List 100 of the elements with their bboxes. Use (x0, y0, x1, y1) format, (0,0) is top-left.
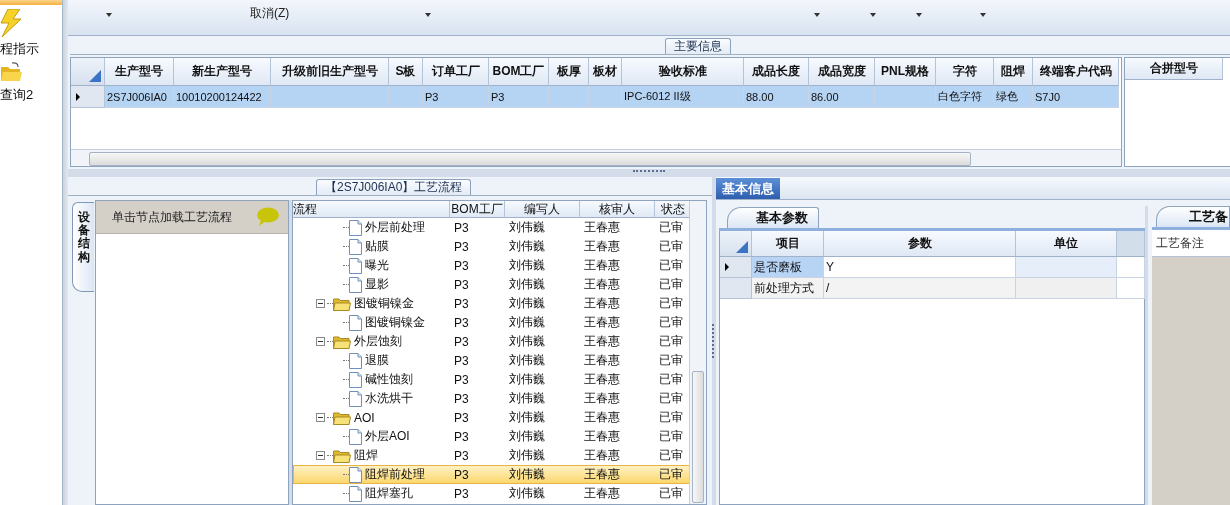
column-header[interactable]: 流程 (293, 201, 450, 218)
tab[interactable]: 工艺备 (1156, 206, 1230, 227)
table-cell-text: P3 (453, 238, 470, 255)
column-header[interactable]: 验收标准 (622, 58, 744, 86)
table-cell-text: 刘伟巍 (508, 314, 546, 331)
tab[interactable]: 基本信息 (716, 178, 780, 199)
table-cell: S7J0 (1033, 86, 1119, 108)
vertical-scrollbar[interactable] (689, 201, 706, 504)
node-label: 退膜 (365, 352, 389, 369)
column-header[interactable]: 编写人 (505, 201, 580, 218)
table-cell-text: P3 (453, 390, 470, 407)
process-row[interactable]: 外层前处理 P3 刘伟巍 王春惠 已审 (293, 218, 692, 237)
table-cell-text: 刘伟巍 (508, 352, 546, 369)
process-row[interactable]: 水洗烘干 P3 刘伟巍 王春惠 已审 (293, 389, 692, 408)
column-header[interactable]: 升级前旧生产型号 (271, 58, 389, 86)
folder-icon[interactable] (0, 61, 22, 83)
node-label: AOI (354, 410, 375, 425)
node-label: 阻焊塞孔 (365, 485, 413, 502)
table-cell: 2S7J006IA0 (105, 86, 174, 108)
document-icon (349, 352, 362, 369)
process-row[interactable]: 图镀铜镍金 P3 刘伟巍 王春惠 已审 (293, 313, 692, 332)
table-cell (875, 86, 936, 108)
nav-item[interactable]: 程指示 (0, 41, 39, 57)
column-header[interactable]: S板 (389, 58, 423, 86)
collapse-toggle-icon[interactable] (316, 413, 325, 422)
column-header[interactable]: 项目 (752, 231, 824, 257)
table-cell: 前处理方式 (752, 278, 824, 299)
select-all-icon[interactable] (89, 70, 101, 82)
process-row[interactable]: 图镀铜镍金 P3 刘伟巍 王春惠 已审 (293, 294, 692, 313)
dropdown-caret-icon[interactable] (106, 13, 112, 17)
table-cell-text: 刘伟巍 (508, 371, 546, 388)
column-header[interactable]: 订单工厂 (423, 58, 489, 86)
table-cell-text: 刘伟巍 (508, 276, 546, 293)
process-row[interactable]: 退膜 P3 刘伟巍 王春惠 已审 (293, 351, 692, 370)
table-cell: P3 (423, 86, 489, 108)
process-row[interactable]: 曝光 P3 刘伟巍 王春惠 已审 (293, 256, 692, 275)
column-header[interactable]: 单位 (1016, 231, 1117, 257)
table-cell-text: 已审 (658, 219, 684, 236)
process-row[interactable]: 显影 P3 刘伟巍 王春惠 已审 (293, 275, 692, 294)
table-cell-text: 刘伟巍 (508, 238, 546, 255)
column-header[interactable]: PNL规格 (875, 58, 936, 86)
document-icon (349, 428, 362, 445)
side-tab[interactable]: 设备结构 (72, 202, 94, 292)
column-header[interactable]: 核审人 (580, 201, 655, 218)
dropdown-caret-icon[interactable] (980, 13, 987, 17)
column-header[interactable]: 参数 (824, 231, 1016, 257)
column-header[interactable]: 板厚 (549, 58, 589, 86)
row-header[interactable] (720, 257, 752, 278)
column-header[interactable]: 新生产型号 (174, 58, 271, 86)
process-row[interactable]: 外层蚀刻 P3 刘伟巍 王春惠 已审 (293, 332, 692, 351)
select-all-icon[interactable] (736, 241, 748, 253)
table-cell-text: 刘伟巍 (508, 295, 546, 312)
dropdown-caret-icon[interactable] (814, 13, 821, 17)
table-cell-text: 王春惠 (583, 219, 621, 236)
column-header[interactable]: 合拼型号 (1125, 58, 1223, 80)
horizontal-scrollbar[interactable] (71, 149, 1121, 166)
process-row[interactable]: 外层AOI P3 刘伟巍 王春惠 已审 (293, 427, 692, 446)
column-header[interactable]: 成品长度 (744, 58, 809, 86)
column-header[interactable]: BOM工厂 (489, 58, 549, 86)
process-row[interactable]: 贴膜 P3 刘伟巍 王春惠 已审 (293, 237, 692, 256)
dropdown-caret-icon[interactable] (916, 13, 923, 17)
folder-icon (333, 334, 351, 349)
tab[interactable]: 基本参数 (727, 207, 819, 228)
process-row[interactable]: 阻焊塞孔 P3 刘伟巍 王春惠 已审 (293, 484, 692, 503)
process-row[interactable]: 碱性蚀刻 P3 刘伟巍 王春惠 已审 (293, 370, 692, 389)
dropdown-caret-icon[interactable] (870, 13, 877, 17)
column-header[interactable]: 板材 (589, 58, 622, 86)
column-header[interactable]: 终端客户代码 (1033, 58, 1119, 86)
table-cell-text: 王春惠 (583, 352, 621, 369)
document-icon (349, 314, 362, 331)
table-cell-text: 已审 (658, 371, 684, 388)
table-cell-text: 刘伟巍 (508, 219, 546, 236)
toolbar-button[interactable]: 取消(Z) (250, 6, 290, 20)
process-row[interactable]: AOI P3 刘伟巍 王春惠 已审 (293, 408, 692, 427)
collapse-toggle-icon[interactable] (316, 299, 325, 308)
dropdown-caret-icon[interactable] (425, 13, 432, 17)
row-header[interactable] (71, 86, 105, 108)
node-label: 贴膜 (365, 238, 389, 255)
node-label: 水洗烘干 (365, 390, 413, 407)
table-cell-text: 已审 (658, 466, 684, 483)
table-cell-text: P3 (453, 371, 470, 388)
document-icon (349, 219, 362, 236)
document-icon (349, 276, 362, 293)
column-header[interactable]: BOM工厂 (450, 201, 505, 218)
folder-icon (333, 410, 351, 425)
lightning-icon[interactable] (0, 9, 22, 37)
process-row[interactable]: 阻焊 P3 刘伟巍 王春惠 已审 (293, 446, 692, 465)
table-cell-text: P3 (453, 333, 470, 350)
collapse-toggle-icon[interactable] (316, 337, 325, 346)
column-header[interactable]: 成品宽度 (809, 58, 875, 86)
column-header[interactable]: 字符 (936, 58, 994, 86)
collapse-toggle-icon[interactable] (316, 451, 325, 460)
row-indicator-icon (76, 92, 80, 101)
table-cell-text: 王春惠 (583, 466, 621, 483)
column-header[interactable]: 生产型号 (105, 58, 174, 86)
node-label: 外层蚀刻 (354, 333, 402, 350)
column-header[interactable]: 阻焊 (994, 58, 1033, 86)
nav-item[interactable]: 查询2 (0, 87, 34, 103)
process-row[interactable]: 阻焊前处理 P3 刘伟巍 王春惠 已审 (293, 465, 692, 484)
table-cell: 10010200124422 (174, 86, 271, 108)
